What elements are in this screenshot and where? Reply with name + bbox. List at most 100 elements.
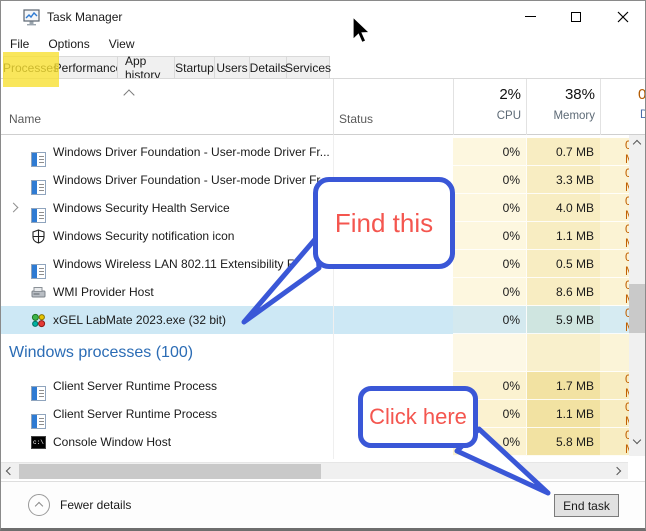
process-row[interactable]: Windows Wireless LAN 802.11 Extensibilit…	[1, 250, 646, 278]
document-icon	[31, 414, 46, 429]
tab-users[interactable]: Users	[214, 56, 250, 79]
gears-icon	[31, 313, 46, 328]
minimize-button[interactable]	[507, 1, 553, 32]
group-header-label: Windows processes (100)	[9, 344, 193, 362]
process-name: Windows Driver Foundation - User-mode Dr…	[53, 173, 330, 187]
chevron-up-icon	[34, 502, 42, 510]
cpu-total-pct[interactable]: 2%	[453, 86, 521, 103]
cpu-value: 0%	[453, 278, 526, 306]
menu-bar: File Options View	[1, 33, 645, 55]
title-bar: Task Manager	[1, 1, 645, 33]
scroll-down-icon[interactable]	[633, 436, 641, 444]
end-task-button[interactable]: End task	[554, 494, 619, 517]
process-list: Windows Driver Foundation - User-mode Dr…	[1, 135, 646, 459]
memory-value: 0.7 MB	[526, 138, 600, 166]
process-row[interactable]: Windows Security Health Service0%4.0 MB0…	[1, 194, 646, 222]
scroll-right-icon[interactable]	[613, 467, 621, 475]
task-manager-window: Task Manager File Options View ProcessesPe…	[0, 0, 646, 531]
column-header-name[interactable]: Name	[9, 112, 41, 126]
cpu-value: 0%	[453, 222, 526, 250]
menu-item-view[interactable]: View	[109, 37, 135, 51]
column-header-status[interactable]: Status	[339, 112, 373, 126]
process-row[interactable]: Windows Security notification icon 0%1.1 …	[1, 222, 646, 250]
scroll-left-icon[interactable]	[6, 467, 14, 475]
maximize-button[interactable]	[553, 1, 599, 32]
document-icon	[31, 208, 46, 223]
scroll-up-icon[interactable]	[633, 140, 641, 148]
memory-value: 0.5 MB	[526, 250, 600, 278]
process-row[interactable]: WMI Provider Host0%8.6 MB0 M	[1, 278, 646, 306]
document-icon	[31, 152, 46, 167]
process-row[interactable]: Windows Driver Foundation - User-mode Dr…	[1, 166, 646, 194]
tab-startup[interactable]: Startup	[174, 56, 215, 79]
column-header-disk-partial: D	[640, 109, 646, 121]
group-header-windows-processes[interactable]: Windows processes (100)	[1, 334, 646, 372]
tab-performance[interactable]: Performance	[58, 56, 118, 79]
minimize-icon	[525, 16, 536, 17]
cpu-value: 0%	[453, 428, 526, 456]
vertical-scrollbar[interactable]	[629, 135, 646, 456]
cpu-value: 0%	[453, 194, 526, 222]
process-name: Windows Driver Foundation - User-mode Dr…	[53, 145, 330, 159]
process-row[interactable]: c:\Console Window Host0%5.8 MB0 M	[1, 428, 646, 456]
process-row[interactable]: Client Server Runtime Process0%1.1 MB0 M	[1, 400, 646, 428]
sort-ascending-icon	[123, 89, 134, 100]
cpu-value: 0%	[453, 400, 526, 428]
tab-app-history[interactable]: App history	[117, 56, 175, 79]
vertical-scrollbar-thumb[interactable]	[629, 284, 646, 333]
memory-value: 5.9 MB	[526, 306, 600, 334]
process-name: Windows Security Health Service	[53, 201, 230, 215]
memory-value: 3.3 MB	[526, 166, 600, 194]
horizontal-scrollbar[interactable]	[1, 462, 628, 479]
printer-icon	[31, 285, 46, 300]
svg-text:c:\: c:\	[33, 439, 44, 446]
task-manager-app-icon	[23, 9, 40, 26]
process-row[interactable]: Windows Driver Foundation - User-mode Dr…	[1, 138, 646, 166]
process-name: Client Server Runtime Process	[53, 407, 217, 421]
process-name: Client Server Runtime Process	[53, 379, 217, 393]
tab-services[interactable]: Services	[286, 56, 330, 79]
memory-value: 5.8 MB	[526, 428, 600, 456]
column-header-cpu[interactable]: CPU	[453, 110, 521, 122]
maximize-icon	[571, 12, 581, 22]
process-row-selected[interactable]: xGEL LabMate 2023.exe (32 bit)0%5.9 MB0 …	[1, 306, 646, 334]
close-button[interactable]	[600, 1, 646, 32]
column-header-memory[interactable]: Memory	[526, 110, 595, 122]
memory-value: 1.7 MB	[526, 372, 600, 400]
memory-value: 1.1 MB	[526, 400, 600, 428]
process-name: Console Window Host	[53, 435, 171, 449]
tab-details[interactable]: Details	[249, 56, 287, 79]
memory-total-pct[interactable]: 38%	[526, 86, 595, 103]
fewer-details-toggle[interactable]	[28, 494, 50, 516]
shield-icon	[31, 229, 46, 244]
window-title: Task Manager	[47, 10, 122, 24]
name-status-divider	[333, 135, 334, 459]
process-name: Windows Security notification icon	[53, 229, 234, 243]
fewer-details-label[interactable]: Fewer details	[60, 498, 131, 512]
memory-value: 1.1 MB	[526, 222, 600, 250]
document-icon	[31, 264, 46, 279]
close-icon	[617, 11, 629, 23]
column-header-row: Name Status 2% CPU 38% Memory	[1, 79, 645, 135]
cpu-value: 0%	[453, 138, 526, 166]
horizontal-scrollbar-thumb[interactable]	[19, 464, 321, 479]
memory-value: 4.0 MB	[526, 194, 600, 222]
cpu-value: 0%	[453, 250, 526, 278]
document-icon	[31, 180, 46, 195]
expand-chevron-icon[interactable]	[9, 203, 19, 213]
menu-item-file[interactable]: File	[10, 37, 29, 51]
footer-bar: Fewer details End task	[1, 481, 645, 529]
memory-value: 8.6 MB	[526, 278, 600, 306]
process-name: Windows Wireless LAN 802.11 Extensibilit…	[53, 257, 308, 271]
process-row[interactable]: Client Server Runtime Process0%1.7 MB0 M	[1, 372, 646, 400]
process-name: WMI Provider Host	[53, 285, 154, 299]
console-icon: c:\	[31, 435, 46, 450]
tab-strip: ProcessesPerformanceApp historyStartupUs…	[1, 55, 645, 79]
menu-item-options[interactable]: Options	[48, 37, 89, 51]
cpu-value: 0%	[453, 372, 526, 400]
document-icon	[31, 386, 46, 401]
cpu-value: 0%	[453, 166, 526, 194]
cpu-value: 0%	[453, 306, 526, 334]
yellow-highlight-marker	[3, 52, 59, 87]
process-name: xGEL LabMate 2023.exe (32 bit)	[53, 313, 226, 327]
